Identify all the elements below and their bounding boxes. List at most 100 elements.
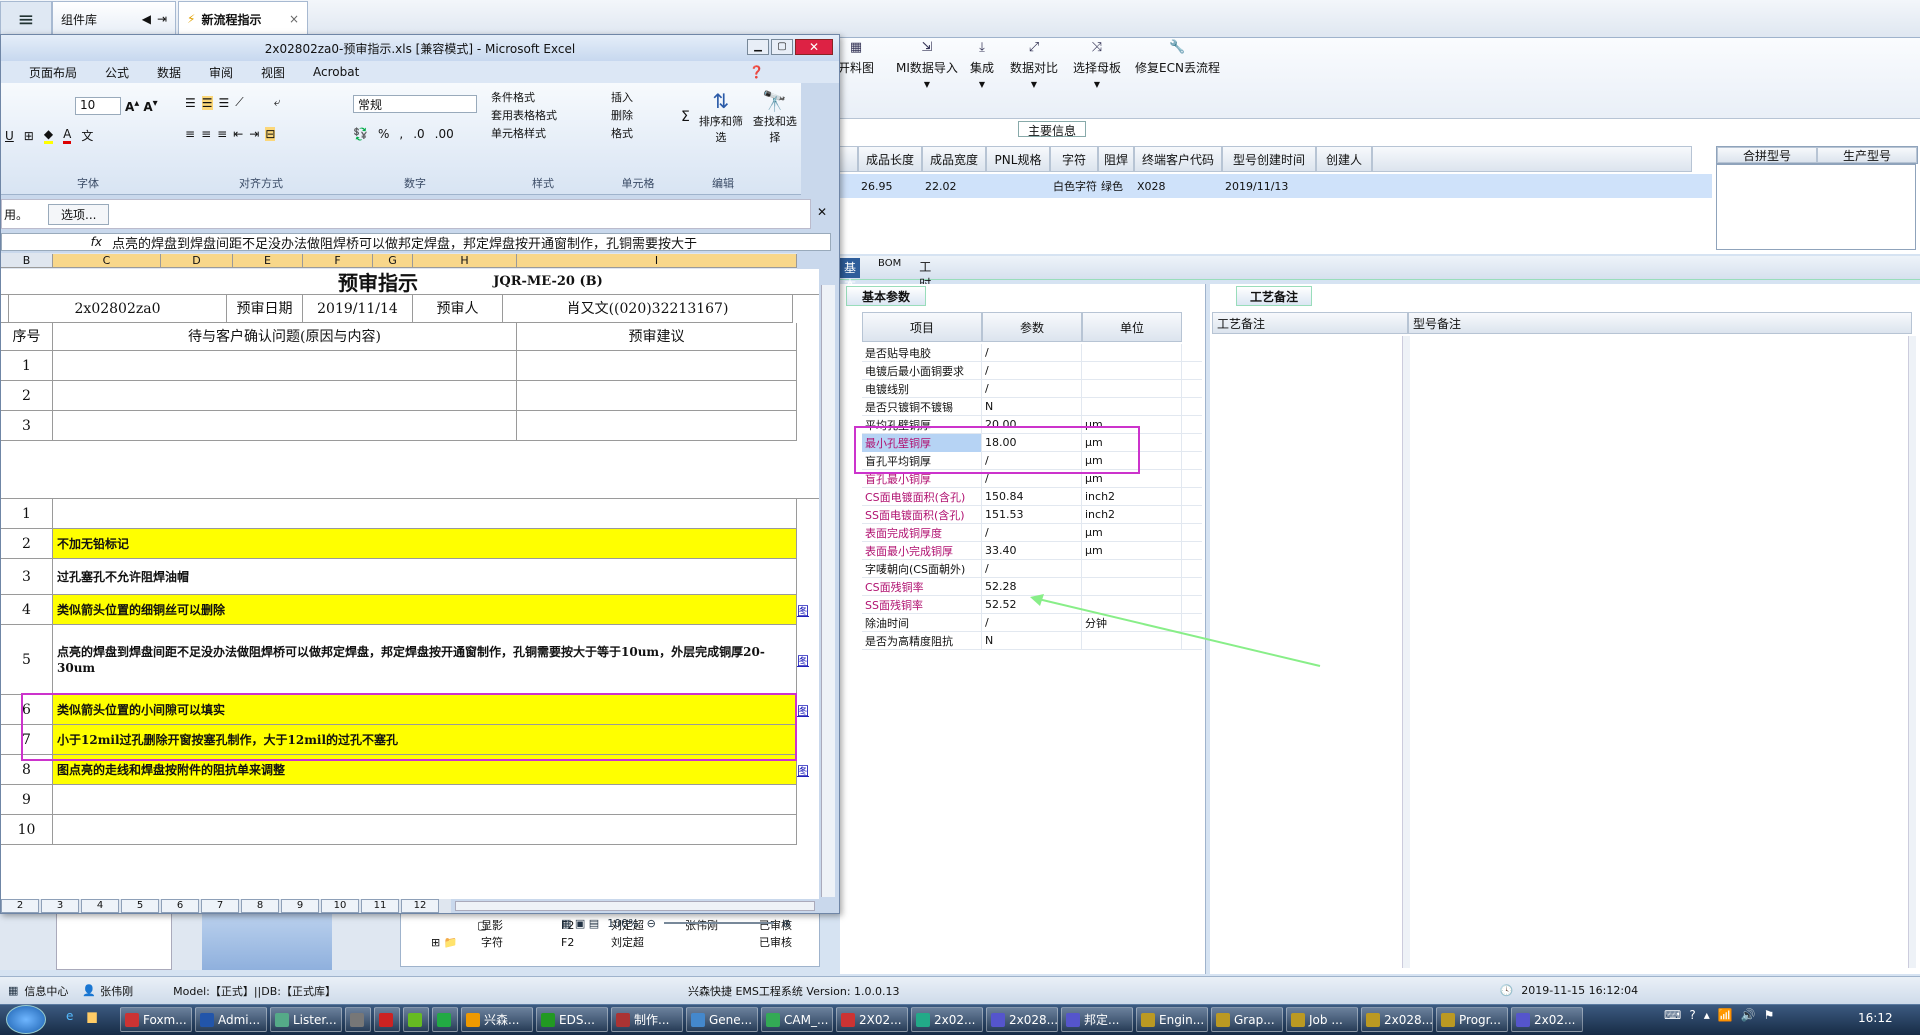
fx-icon[interactable]: fx (2, 235, 112, 249)
sort-filter-button[interactable]: ⇅ 排序和筛选 (698, 89, 744, 145)
info-center[interactable]: 信息中心 (24, 983, 68, 999)
col-header[interactable] (1372, 146, 1692, 172)
tab-basic-params[interactable]: 基本参数 (846, 286, 926, 306)
options-button[interactable]: 选项... (48, 203, 110, 225)
ribbon-btn-mi-import[interactable]: ⇲ MI数据导入 ▼ (896, 40, 958, 89)
fill-color-icon[interactable]: ◆ (43, 127, 54, 144)
sheet-tab[interactable]: 9 (281, 899, 319, 913)
taskbar-item[interactable]: Job ... (1286, 1007, 1358, 1032)
sheet-tab[interactable]: 12 (401, 899, 439, 913)
table-row[interactable]: 3 (1, 411, 819, 441)
taskbar-item[interactable]: 2x02... (1511, 1007, 1583, 1032)
menu-view[interactable]: 视图 (261, 64, 313, 81)
number-format-select[interactable]: 常规 (353, 95, 477, 113)
tab-hours[interactable]: 工时 (919, 258, 931, 291)
param-row[interactable]: 表面最小完成铜厚 33.40 μm (862, 541, 1202, 560)
taskbar-item[interactable]: 2X02... (836, 1007, 908, 1032)
taskbar-item[interactable]: EDS... (536, 1007, 608, 1032)
taskbar-item[interactable]: 2x028... (1361, 1007, 1433, 1032)
insert-cells-button[interactable]: 插入 (611, 89, 633, 107)
taskbar-item[interactable] (345, 1007, 371, 1032)
taskbar-item[interactable] (403, 1007, 429, 1032)
sheet-tab[interactable]: 3 (41, 899, 79, 913)
list-item[interactable]: 5 点亮的焊盘到焊盘间距不足没办法做阻焊桥可以做邦定焊盘，邦定焊盘按开通窗制作，孔… (1, 625, 819, 695)
scrollbar[interactable] (1402, 336, 1410, 968)
decimal-decrease-icon[interactable]: .00 (435, 127, 454, 141)
tab-bom[interactable]: BOM (878, 258, 901, 278)
ribbon-btn-fix-ecn[interactable]: 🔧 修复ECN丢流程 (1135, 40, 1220, 76)
col-header[interactable]: 字符 (1050, 146, 1098, 172)
taskbar-item[interactable]: 邦定... (1061, 1007, 1133, 1032)
h-scrollbar[interactable] (455, 901, 815, 911)
table-row[interactable]: 1 (1, 351, 819, 381)
list-item[interactable]: 9 (1, 785, 819, 815)
underline-icon[interactable]: U (5, 129, 14, 143)
col-header[interactable]: 型号创建时间 (1222, 146, 1316, 172)
font-color-icon[interactable]: A (63, 127, 72, 144)
menu-button[interactable]: ≡ (0, 1, 52, 37)
tab-component-lib[interactable]: 组件库 ◀ ⇥ (52, 1, 176, 37)
maximize-icon[interactable]: ▢ (771, 39, 793, 55)
list-item[interactable]: 4 类似箭头位置的细铜丝可以删除图 (1, 595, 819, 625)
col-header[interactable]: 阻焊 (1098, 146, 1134, 172)
zoom-level[interactable]: 100% (607, 917, 638, 930)
taskbar-item[interactable]: 2x02... (911, 1007, 983, 1032)
zoom-in-icon[interactable]: ⊕ (782, 917, 791, 930)
list-item[interactable]: 2 不加无铅标记 (1, 529, 819, 559)
taskbar-item[interactable]: Admi... (195, 1007, 267, 1032)
sheet-tab[interactable]: 10 (321, 899, 359, 913)
taskbar-item[interactable]: Grap... (1211, 1007, 1283, 1032)
font-size-input[interactable]: 10 (75, 97, 121, 115)
close-icon[interactable]: ✕ (817, 205, 827, 219)
menu-page-layout[interactable]: 页面布局 (1, 64, 105, 81)
volume-icon[interactable]: 🔊 (1741, 1008, 1756, 1022)
sum-icon[interactable]: Σ (681, 109, 690, 125)
image-link[interactable]: 图 (797, 602, 817, 619)
param-row[interactable]: 是否贴导电胶 / (862, 343, 1202, 362)
align-bottom-icon[interactable]: ☰ (219, 96, 230, 110)
main-info-row[interactable]: 26.95 22.02 白色字符 绿色 X028 2019/11/13 (690, 174, 1712, 198)
sheet-tab[interactable]: 8 (241, 899, 279, 913)
image-link[interactable]: 图 (797, 702, 817, 719)
sheet-tab[interactable]: 6 (161, 899, 199, 913)
delete-cells-button[interactable]: 删除 (611, 107, 633, 125)
list-item[interactable]: 1 (1, 499, 819, 529)
help-icon[interactable]: ❓ (749, 65, 764, 79)
taskbar-item[interactable]: 兴森... (461, 1007, 533, 1032)
taskbar-item[interactable]: Gene... (686, 1007, 758, 1032)
wrap-text-icon[interactable]: ⤶ (274, 95, 281, 110)
grow-font-icon[interactable]: A▴ (125, 98, 139, 114)
param-row[interactable]: CS面电镀面积(含孔) 150.84 inch2 (862, 487, 1202, 506)
pin-icon[interactable]: ⇥ (157, 12, 167, 26)
taskbar-item[interactable] (374, 1007, 400, 1032)
zoom-out-icon[interactable]: ⊖ (647, 917, 656, 930)
sheet-tab[interactable]: 4 (81, 899, 119, 913)
col-header[interactable]: 成品宽度 (922, 146, 986, 172)
align-center-icon[interactable]: ≡ (201, 127, 211, 141)
param-row[interactable]: 表面完成铜厚度 / μm (862, 523, 1202, 542)
view-icon[interactable]: ▦ ▣ ▤ (561, 917, 599, 930)
menu-formulas[interactable]: 公式 (105, 64, 157, 81)
sheet-tab[interactable]: 5 (121, 899, 159, 913)
shrink-font-icon[interactable]: A▾ (143, 98, 157, 114)
image-link[interactable]: 图 (797, 762, 817, 779)
cell-styles-button[interactable]: 单元格样式 (491, 125, 557, 143)
align-middle-icon[interactable]: ☰ (201, 95, 213, 110)
taskbar-item[interactable]: Progr... (1436, 1007, 1508, 1032)
align-left-icon[interactable]: ≡ (185, 127, 195, 141)
menu-data[interactable]: 数据 (157, 64, 209, 81)
indent-increase-icon[interactable]: ⇥ (249, 127, 259, 141)
tab-basic-info[interactable]: 基本信息 (840, 258, 861, 326)
decimal-increase-icon[interactable]: .0 (413, 127, 424, 141)
format-cells-button[interactable]: 格式 (611, 125, 633, 143)
network-icon[interactable]: 📶 (1718, 1008, 1733, 1022)
formula-input[interactable]: 点亮的焊盘到焊盘间距不足没办法做阻焊桥可以做邦定焊盘，邦定焊盘按开通窗制作，孔铜… (112, 233, 830, 252)
merge-model-list[interactable] (1716, 164, 1916, 250)
chevron-left-icon[interactable]: ◀ (142, 12, 151, 26)
conditional-format-button[interactable]: 条件格式 (491, 89, 557, 107)
currency-icon[interactable]: 💱 (353, 127, 368, 141)
ribbon-btn-integrate[interactable]: ⤓ 集成 ▼ (970, 40, 994, 89)
taskbar-item[interactable]: CAM_... (761, 1007, 833, 1032)
comma-icon[interactable]: , (399, 127, 403, 141)
param-row[interactable]: 电镀后最小面铜要求 / (862, 361, 1202, 380)
